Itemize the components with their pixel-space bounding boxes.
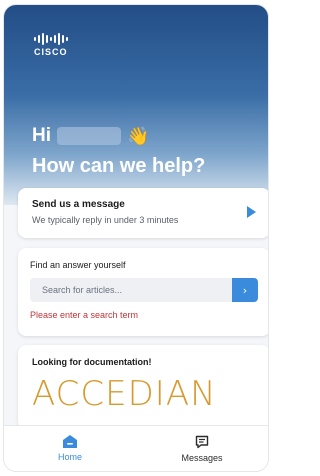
hero-header: CISCO Hi 👋 How can we help?	[4, 5, 268, 205]
wave-icon: 👋	[127, 125, 150, 146]
search-button[interactable]: ›	[232, 278, 258, 302]
bottom-nav: Home Messages	[4, 425, 268, 471]
send-message-subtitle: We typically reply in under 3 minutes	[32, 215, 179, 225]
search-row: ›	[30, 278, 258, 302]
nav-home[interactable]: Home	[4, 426, 136, 471]
cisco-logo: CISCO	[34, 33, 74, 61]
nav-messages[interactable]: Messages	[136, 426, 268, 471]
documentation-card[interactable]: Looking for documentation! ACCEDIAN	[18, 345, 268, 429]
nav-home-label: Home	[57, 452, 82, 462]
messenger-widget: CISCO Hi 👋 How can we help? Send us a me…	[4, 5, 268, 471]
play-arrow-icon	[247, 206, 256, 218]
send-message-title: Send us a message	[32, 199, 125, 210]
cisco-logo-text: CISCO	[34, 47, 68, 57]
home-icon	[63, 435, 77, 448]
send-message-card[interactable]: Send us a message We typically reply in …	[18, 188, 268, 238]
nav-messages-label: Messages	[181, 452, 223, 463]
greeting-text: Hi	[32, 125, 51, 146]
accedian-logo: ACCEDIAN	[32, 374, 217, 412]
accedian-logo-text: ACCEDIAN	[32, 374, 217, 412]
documentation-title: Looking for documentation!	[32, 357, 152, 367]
search-input[interactable]	[30, 278, 232, 302]
cisco-logo-bars-icon	[34, 33, 74, 45]
greeting: Hi 👋	[32, 125, 149, 147]
page-title: How can we help?	[32, 155, 206, 177]
messages-icon	[195, 435, 209, 449]
find-answer-card: Find an answer yourself › Please enter a…	[18, 248, 268, 336]
find-answer-title: Find an answer yourself	[30, 260, 126, 270]
search-error-message: Please enter a search term	[30, 310, 139, 320]
user-name-redacted	[57, 127, 121, 145]
